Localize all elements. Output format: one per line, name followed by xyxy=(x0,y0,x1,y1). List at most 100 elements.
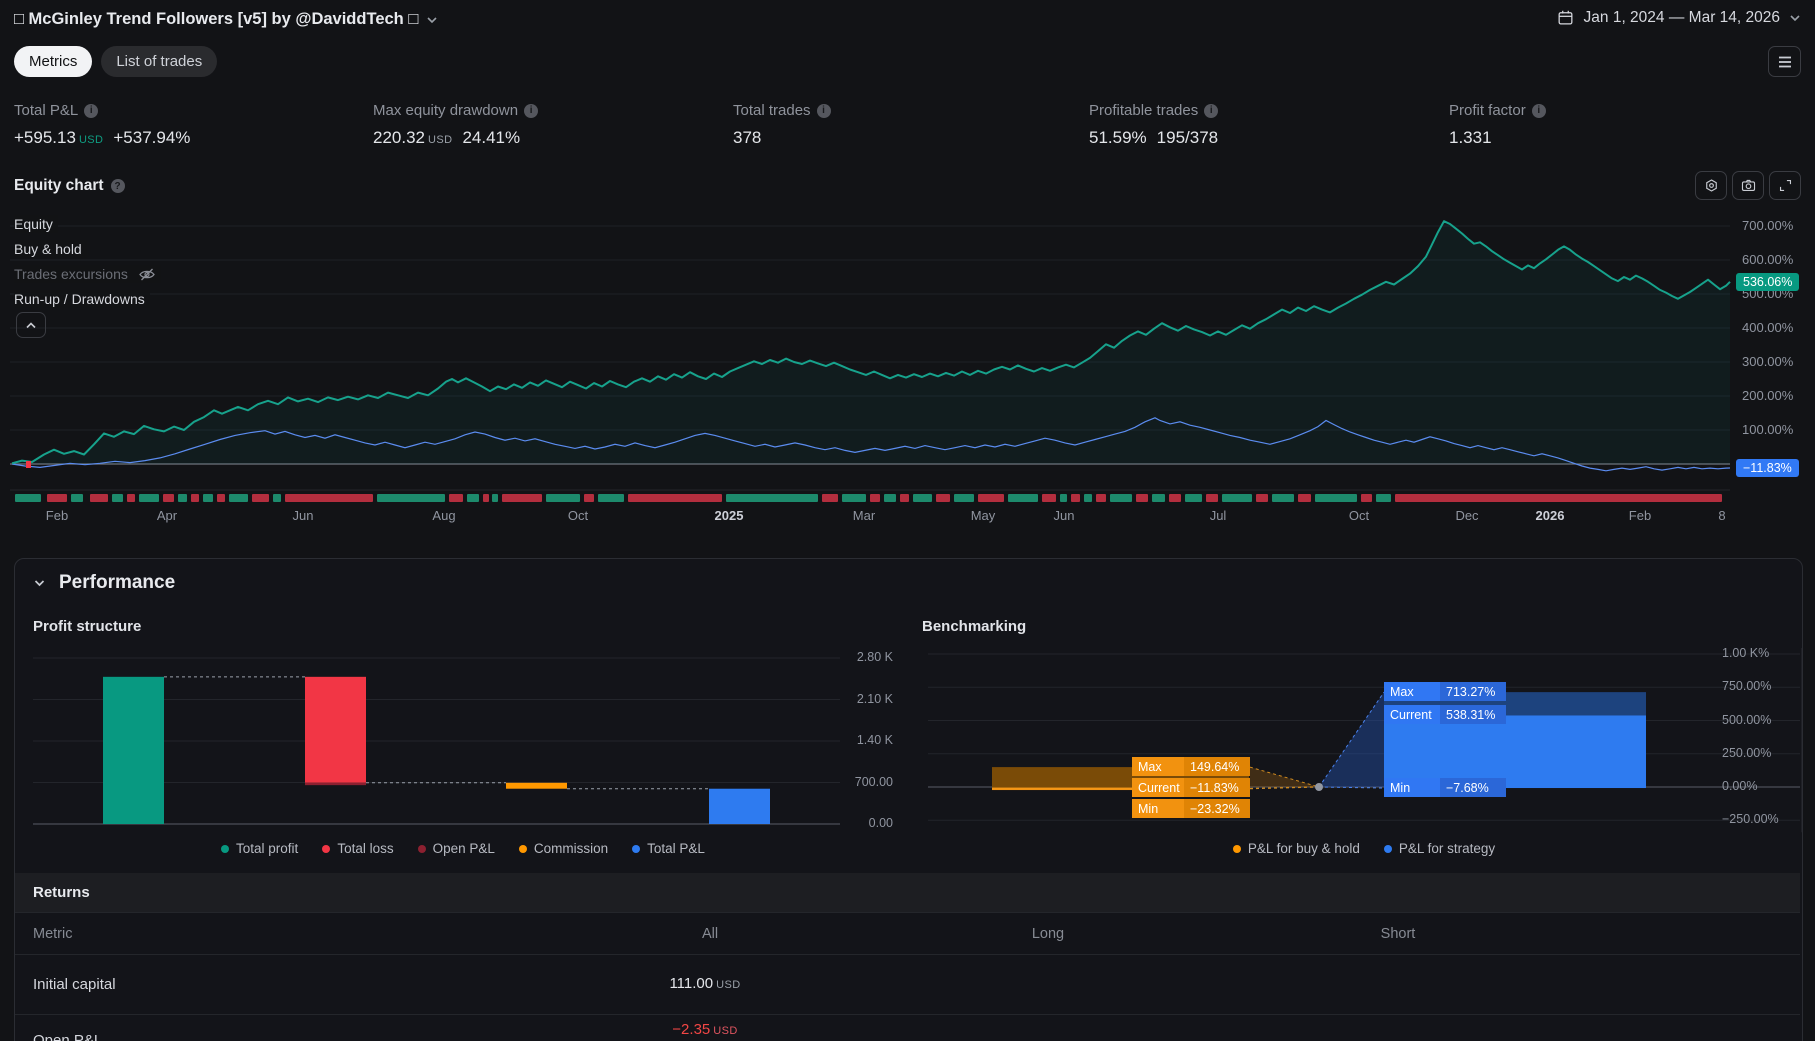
currency-suffix: USD xyxy=(428,134,452,146)
legend-toggle-equity[interactable]: Equity xyxy=(14,215,58,233)
metric-value: +595.13 xyxy=(14,128,76,147)
metric-extra: 24.41% xyxy=(462,128,520,148)
benchmark-y-axis-label: 1.00 K% xyxy=(1722,646,1769,660)
legend-item: Total P&L xyxy=(632,841,705,856)
profit-structure-legend: Total profitTotal lossOpen P&LCommission… xyxy=(33,841,893,856)
profit-y-axis-label: 2.10 K xyxy=(815,692,893,706)
equity-x-axis-label: Aug xyxy=(432,508,455,523)
metric-total-pnl: Total P&L i +595.13USD +537.94% xyxy=(14,102,190,148)
legend-dot-icon xyxy=(418,845,426,853)
benchmarking-title: Benchmarking xyxy=(922,618,1026,635)
calendar-icon xyxy=(1556,8,1575,27)
benchmark-y-axis-label: −250.00% xyxy=(1722,812,1779,826)
legend-item: P&L for buy & hold xyxy=(1233,841,1360,856)
metric-max-drawdown: Max equity drawdown i 220.32USD 24.41% xyxy=(373,102,538,148)
equity-x-axis-label: Oct xyxy=(568,508,588,523)
metric-label: Profitable trades xyxy=(1089,102,1198,119)
equity-y-axis-label: 700.00% xyxy=(1742,218,1793,233)
metric-extra: +537.94% xyxy=(113,128,190,148)
rows-layout-icon xyxy=(1777,55,1793,69)
equity-y-axis-label: 300.00% xyxy=(1742,354,1793,369)
performance-card xyxy=(14,558,1803,1041)
chart-settings-button[interactable] xyxy=(1695,171,1727,200)
equity-y-axis-label: 600.00% xyxy=(1742,252,1793,267)
camera-icon xyxy=(1740,177,1757,194)
fullscreen-icon xyxy=(1777,177,1794,194)
info-icon[interactable]: i xyxy=(1532,104,1546,118)
legend-item: Total loss xyxy=(322,841,393,856)
layout-toggle-button[interactable] xyxy=(1768,46,1801,77)
returns-section-band xyxy=(15,873,1800,912)
metric-label: Total P&L xyxy=(14,102,78,119)
metric-label: Total trades xyxy=(733,102,811,119)
equity-x-axis-label: 2026 xyxy=(1536,508,1565,523)
chart-snapshot-button[interactable] xyxy=(1732,171,1764,200)
strategy-title: □ McGinley Trend Followers [v5] by @Davi… xyxy=(14,10,418,29)
returns-title: Returns xyxy=(33,884,90,901)
info-icon[interactable]: i xyxy=(1204,104,1218,118)
info-icon[interactable]: i xyxy=(84,104,98,118)
row-label-open-pnl: Open P&L xyxy=(33,1032,102,1041)
legend-label: Buy & hold xyxy=(14,241,82,257)
equity-x-axis-label: 8 xyxy=(1718,508,1725,523)
strategy-title-row: □ McGinley Trend Followers [v5] by @Davi… xyxy=(14,10,438,29)
collapse-panel-button[interactable] xyxy=(16,312,46,338)
buy-hold-min-label: Min−23.32% xyxy=(1132,799,1250,818)
metric-label: Max equity drawdown xyxy=(373,102,518,119)
benchmarking-legend: P&L for buy & holdP&L for strategy xyxy=(928,841,1800,856)
info-icon[interactable]: i xyxy=(524,104,538,118)
profit-y-axis-label: 2.80 K xyxy=(815,650,893,664)
legend-item: Commission xyxy=(519,841,608,856)
strategy-current-label: Current538.31% xyxy=(1384,705,1506,724)
equity-x-axis-label: Apr xyxy=(157,508,177,523)
metric-total-trades: Total trades i 378 xyxy=(733,102,831,148)
legend-item: Total profit xyxy=(221,841,298,856)
currency-suffix: USD xyxy=(79,134,103,146)
info-icon[interactable]: i xyxy=(817,104,831,118)
metric-value: 220.32 xyxy=(373,128,425,147)
performance-title: Performance xyxy=(59,572,175,594)
metric-label: Profit factor xyxy=(1449,102,1526,119)
legend-toggle-runup-drawdowns[interactable]: Run-up / Drawdowns xyxy=(14,290,150,308)
metric-value: 378 xyxy=(733,128,761,148)
strategy-tester-panel: □ McGinley Trend Followers [v5] by @Davi… xyxy=(0,0,1815,1041)
help-icon[interactable]: ? xyxy=(111,179,125,193)
chevron-down-icon[interactable] xyxy=(426,15,438,25)
profit-structure-title: Profit structure xyxy=(33,618,141,635)
benchmark-y-axis-label: 250.00% xyxy=(1722,746,1771,760)
legend-dot-icon xyxy=(632,845,640,853)
tab-list-of-trades[interactable]: List of trades xyxy=(101,46,217,77)
column-header-all: All xyxy=(650,926,770,942)
chevron-down-icon xyxy=(33,578,46,588)
strategy-max-label: Max713.27% xyxy=(1384,682,1506,701)
legend-dot-icon xyxy=(221,845,229,853)
benchmark-y-axis-label: 500.00% xyxy=(1722,713,1771,727)
benchmark-y-axis-label: 750.00% xyxy=(1722,679,1771,693)
legend-toggle-trades-excursions[interactable]: Trades excursions xyxy=(14,265,161,283)
metric-value: 51.59% xyxy=(1089,128,1147,148)
legend-label: Trades excursions xyxy=(14,266,128,282)
legend-dot-icon xyxy=(322,845,330,853)
equity-x-axis-label: Dec xyxy=(1455,508,1478,523)
equity-y-axis-label: 400.00% xyxy=(1742,320,1793,335)
view-tabs: Metrics List of trades xyxy=(14,46,217,77)
equity-x-axis-label: Feb xyxy=(1629,508,1651,523)
row-label-initial-capital: Initial capital xyxy=(33,976,116,993)
equity-x-axis-label: Oct xyxy=(1349,508,1369,523)
equity-x-axis-label: Jun xyxy=(293,508,314,523)
performance-header[interactable]: Performance xyxy=(33,572,175,594)
equity-y-axis-label: 100.00% xyxy=(1742,422,1793,437)
equity-x-axis-label: 2025 xyxy=(715,508,744,523)
metric-profit-factor: Profit factori 1.331 xyxy=(1449,102,1546,148)
strategy-min-label: Min−7.68% xyxy=(1384,778,1506,797)
legend-toggle-buy-and-hold[interactable]: Buy & hold xyxy=(14,240,87,258)
eye-off-icon xyxy=(138,267,156,282)
buy-hold-current-label: Current−11.83% xyxy=(1132,778,1250,797)
equity-x-axis-label: Jun xyxy=(1054,508,1075,523)
tab-metrics[interactable]: Metrics xyxy=(14,46,92,77)
benchmark-y-axis-label: 0.00% xyxy=(1722,779,1757,793)
date-range-control[interactable]: Jan 1, 2024 — Mar 14, 2026 xyxy=(1556,8,1801,27)
chart-fullscreen-button[interactable] xyxy=(1769,171,1801,200)
profit-y-axis-label: 0.00 xyxy=(815,816,893,830)
equity-last-value-badge: 536.06% xyxy=(1736,273,1799,291)
